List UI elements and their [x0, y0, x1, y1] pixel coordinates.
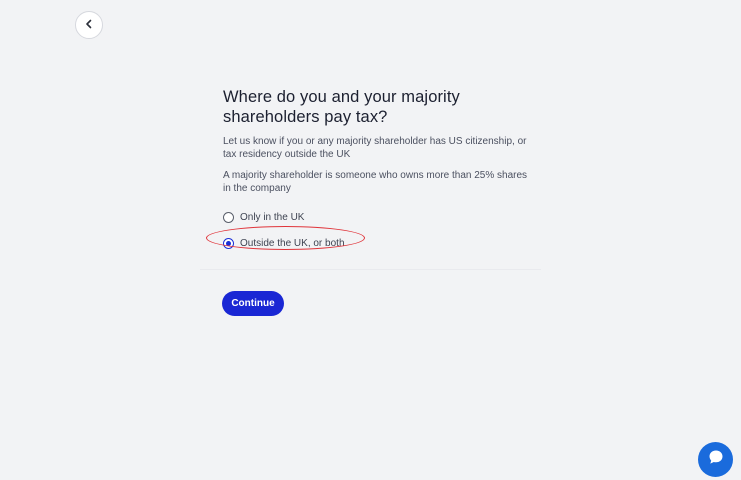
chevron-left-icon [84, 16, 94, 34]
page-title: Where do you and your majority sharehold… [223, 88, 460, 126]
option-outside-uk-or-both[interactable]: Outside the UK, or both [223, 235, 533, 251]
majority-shareholder-definition: A majority shareholder is someone who ow… [223, 170, 528, 194]
radio-only-in-uk[interactable] [223, 211, 234, 223]
option-label: Outside the UK, or both [240, 237, 345, 249]
radio-outside-uk-or-both[interactable] [223, 237, 234, 249]
option-label: Only in the UK [240, 211, 305, 223]
option-only-in-uk[interactable]: Only in the UK [223, 209, 533, 225]
question-description: Let us know if you or any majority share… [223, 136, 527, 160]
chat-launcher-button[interactable] [698, 442, 733, 477]
tax-residency-form: Where do you and your majority sharehold… [223, 87, 533, 261]
chat-bubble-icon [707, 448, 725, 471]
divider [200, 269, 541, 270]
continue-button[interactable]: Continue [222, 291, 284, 316]
back-button[interactable] [75, 11, 103, 39]
tax-residency-options: Only in the UK Outside the UK, or both [223, 209, 533, 251]
